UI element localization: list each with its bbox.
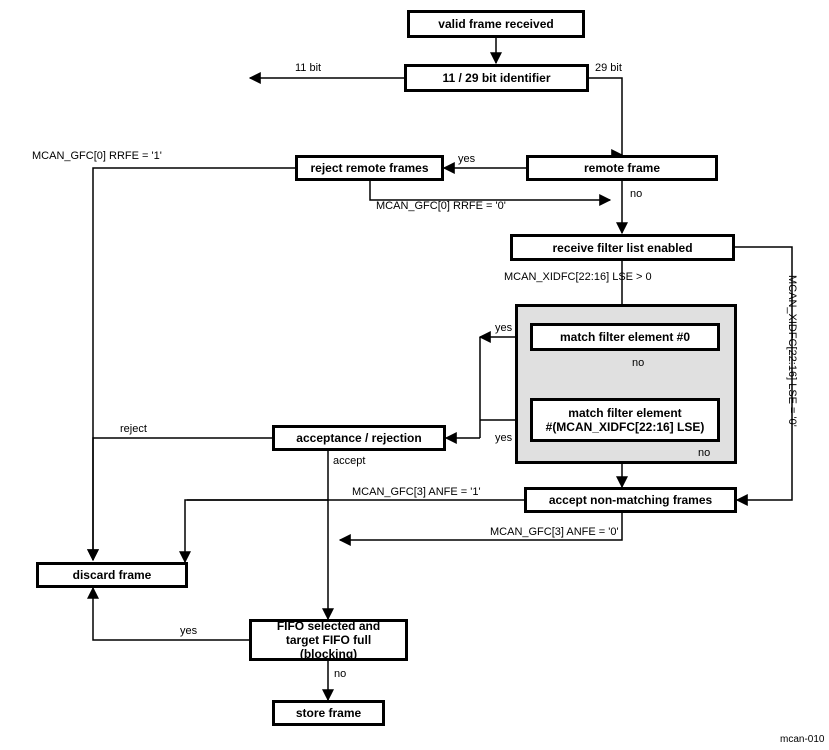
node-store-frame: store frame — [272, 700, 385, 726]
label-lse-eq-0: MCAN_XIDFC[22:16] LSE = '0' — [786, 275, 798, 427]
flowchart-stage: valid frame received 11 / 29 bit identif… — [0, 0, 829, 750]
label-yes-mfn: yes — [495, 432, 512, 444]
label-29-bit: 29 bit — [595, 62, 622, 74]
node-match-filter-0: match filter element #0 — [530, 323, 720, 351]
label-yes-remote: yes — [458, 153, 475, 165]
label-no-mfn: no — [698, 447, 710, 459]
label-anfe-0: MCAN_GFC[3] ANFE = '0' — [490, 526, 619, 538]
label-no-remote: no — [630, 188, 642, 200]
label-11-bit: 11 bit — [295, 62, 321, 74]
label-no-fifo: no — [334, 668, 346, 680]
label-anfe-1: MCAN_GFC[3] ANFE = '1' — [352, 486, 481, 498]
label-accept: accept — [333, 455, 365, 467]
label-yes-fifo: yes — [180, 625, 197, 637]
node-discard-frame: discard frame — [36, 562, 188, 588]
node-identifier: 11 / 29 bit identifier — [404, 64, 589, 92]
label-yes-mf0: yes — [495, 322, 512, 334]
node-match-filter-n: match filter element #(MCAN_XIDFC[22:16]… — [530, 398, 720, 442]
node-fifo-blocking: FIFO selected and target FIFO full (bloc… — [249, 619, 408, 661]
node-reject-remote-frames: reject remote frames — [295, 155, 444, 181]
label-rrfe-1: MCAN_GFC[0] RRFE = '1' — [32, 150, 162, 162]
node-acceptance-rejection: acceptance / rejection — [272, 425, 446, 451]
node-valid-frame-received: valid frame received — [407, 10, 585, 38]
node-remote-frame: remote frame — [526, 155, 718, 181]
node-accept-nonmatching: accept non-matching frames — [524, 487, 737, 513]
label-reject: reject — [120, 423, 147, 435]
node-receive-filter-list: receive filter list enabled — [510, 234, 735, 261]
label-lse-gt-0: MCAN_XIDFC[22:16] LSE > 0 — [504, 271, 652, 283]
label-no-mf0: no — [632, 357, 644, 369]
footer-id: mcan-010 — [780, 734, 824, 745]
label-rrfe-0: MCAN_GFC[0] RRFE = '0' — [376, 200, 506, 212]
